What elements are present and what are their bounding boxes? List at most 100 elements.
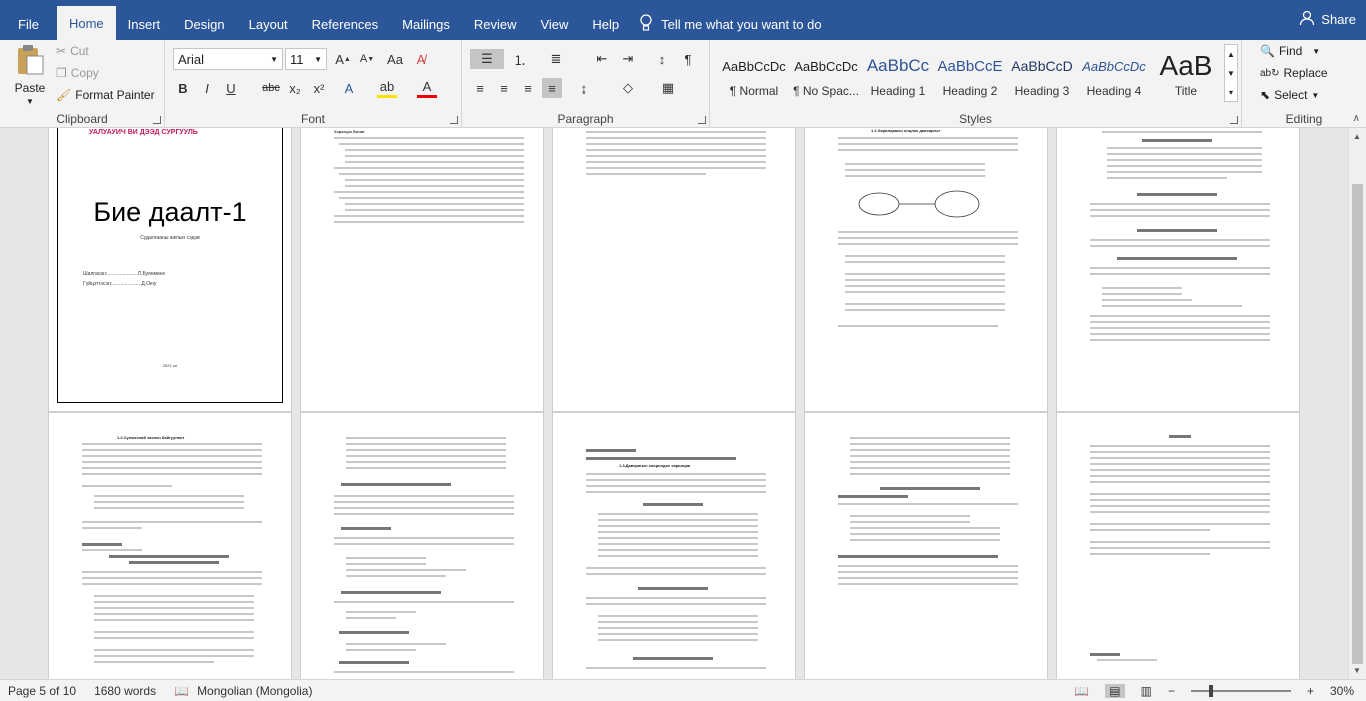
style-normal[interactable]: AaBbCcDc ¶ Normal [718,48,790,106]
ribbon-home: Paste ▼ ✂ Cut ❐ Copy 🖌 Format Painter Cl… [0,40,1366,128]
cut-button[interactable]: ✂ Cut [56,44,89,58]
print-layout-icon[interactable]: ▤ [1105,683,1125,698]
paragraph-launcher-icon[interactable] [698,116,706,124]
multilevel-list-icon[interactable]: ≣ [546,49,566,69]
styles-launcher-icon[interactable] [1230,116,1238,124]
style-preview: AaBbCcDc [1082,58,1146,74]
borders-icon[interactable]: ▦ [658,78,678,98]
numbering-icon[interactable]: ⒈ [510,49,530,69]
copy-button[interactable]: ❐ Copy [56,66,99,80]
word-count[interactable]: 1680 words [94,684,156,698]
web-layout-icon[interactable]: ▥ [1141,684,1152,698]
zoom-out-icon[interactable]: − [1168,684,1175,698]
italic-icon[interactable]: I [197,78,217,98]
zoom-slider[interactable] [1190,684,1291,697]
decrease-indent-icon[interactable]: ⇤ [592,49,612,69]
tab-mailings[interactable]: Mailings [390,8,462,40]
find-button[interactable]: 🔍 Find ▼ [1260,44,1320,58]
align-center-icon[interactable]: ≡ [494,78,514,98]
tab-insert[interactable]: Insert [116,8,173,40]
clear-formatting-icon[interactable]: A̸ [411,49,431,69]
read-mode-icon[interactable]: 📖 [1074,684,1089,698]
subscript-icon[interactable]: x₂ [285,78,305,98]
replace-button[interactable]: ab↻ Replace [1260,66,1328,80]
format-painter-button[interactable]: 🖌 Format Painter [56,88,155,102]
tab-help[interactable]: Help [580,8,631,40]
font-group-label: Font [300,112,325,126]
zoom-level[interactable]: 30% [1330,684,1354,698]
shrink-font-icon[interactable]: A ▼ [357,49,377,69]
document-page [1056,412,1300,679]
zoom-in-icon[interactable]: + [1307,684,1314,698]
paste-button[interactable]: Paste ▼ [10,44,50,106]
align-left-icon[interactable]: ≡ [470,78,490,98]
page-heading: 1.1.Харилцааны онцлох давхаргыг [871,128,941,133]
paragraph-group-label: Paragraph [557,112,614,126]
styles-group: AaBbCcDc ¶ Normal AaBbCcDc ¶ No Spac... … [710,40,1242,128]
share-button[interactable]: Share [1299,10,1356,29]
sort-icon[interactable]: ↕ [652,49,672,69]
style-name: Heading 4 [1086,84,1142,98]
page-count[interactable]: Page 5 of 10 [8,684,76,698]
tell-me-search[interactable]: Tell me what you want to do [639,8,822,40]
style-heading-3[interactable]: AaBbCcD Heading 3 [1006,48,1078,106]
document-page: 1.2.Сүлжээний зохион байгуулалт [48,412,292,679]
justify-icon[interactable]: ≡ [542,78,562,98]
strikethrough-icon[interactable]: abc [261,78,281,98]
bold-icon[interactable]: B [173,78,193,98]
tab-review[interactable]: Review [462,8,529,40]
highlight-icon[interactable]: ab [377,78,397,98]
style-heading-1[interactable]: AaBbCc Heading 1 [862,48,934,106]
person-icon [1299,10,1315,29]
page-heading: 1.2.Сүлжээний зохион байгуулалт [117,435,185,440]
style-name: ¶ No Spac... [793,84,859,98]
cover-subtitle: Судалгааны ажлын сэдэв [140,235,200,241]
change-case-icon[interactable]: Aa [385,49,405,69]
tab-file[interactable]: File [0,8,57,40]
zoom-slider-handle[interactable] [1208,684,1213,697]
align-right-icon[interactable]: ≡ [518,78,538,98]
replace-icon: ab↻ [1260,67,1280,79]
underline-icon[interactable]: U [221,78,241,98]
font-group: Arial ▼ 11 ▼ A ▲ A ▼ Aa A̸ B I U abc x₂ x²… [165,40,462,128]
document-page [552,128,796,412]
style-title[interactable]: AaB Title [1150,48,1222,106]
tab-home[interactable]: Home [56,6,116,40]
font-color-icon[interactable]: A [417,78,437,98]
replace-label: Replace [1283,66,1328,80]
scroll-thumb[interactable] [1352,184,1363,664]
font-name-combo[interactable]: Arial ▼ [173,48,283,70]
style-heading-2[interactable]: AaBbCcE Heading 2 [934,48,1006,106]
show-marks-icon[interactable]: ¶ [678,49,698,69]
line-spacing-icon[interactable]: ↨ [574,78,594,98]
clipboard-launcher-icon[interactable] [153,116,161,124]
vertical-scrollbar[interactable]: ▲ ▼ [1348,128,1366,679]
document-canvas[interactable]: УАЛУАУИЧ ВИ ДЭЭД СУРГУУЛЬ Бие даалт-1 Су… [0,128,1348,679]
text-effects-icon[interactable]: A [339,78,359,98]
tab-references[interactable]: References [300,8,390,40]
font-launcher-icon[interactable] [450,116,458,124]
grow-font-icon[interactable]: A ▲ [333,49,353,69]
tab-layout[interactable]: Layout [237,8,300,40]
cover-title: Бие даалт-1 [93,197,247,227]
format-painter-label: Format Painter [75,88,155,102]
styles-scroll[interactable]: ▲ ▼ ▾ [1224,44,1238,102]
font-size-combo[interactable]: 11 ▼ [285,48,327,70]
find-label: Find [1278,44,1303,58]
language-status[interactable]: Mongolian (Mongolia) [197,684,312,698]
scroll-down-icon[interactable]: ▼ [1353,666,1361,675]
proofing-icon[interactable]: 📖 [174,684,189,698]
style-name: Heading 2 [942,84,998,98]
style-no-spacing[interactable]: AaBbCcDc ¶ No Spac... [790,48,862,106]
tab-view[interactable]: View [528,8,580,40]
style-heading-4[interactable]: AaBbCcDc Heading 4 [1078,48,1150,106]
scroll-up-icon[interactable]: ▲ [1353,132,1361,141]
collapse-ribbon-icon[interactable]: ∧ [1353,113,1360,124]
bullets-icon[interactable]: ☰ [470,49,504,69]
select-button[interactable]: ⬉ Select ▼ [1260,88,1319,102]
tab-design[interactable]: Design [172,8,236,40]
lightbulb-icon [639,13,653,35]
shading-icon[interactable]: ◇ [618,78,638,98]
increase-indent-icon[interactable]: ⇥ [618,49,638,69]
superscript-icon[interactable]: x² [309,78,329,98]
